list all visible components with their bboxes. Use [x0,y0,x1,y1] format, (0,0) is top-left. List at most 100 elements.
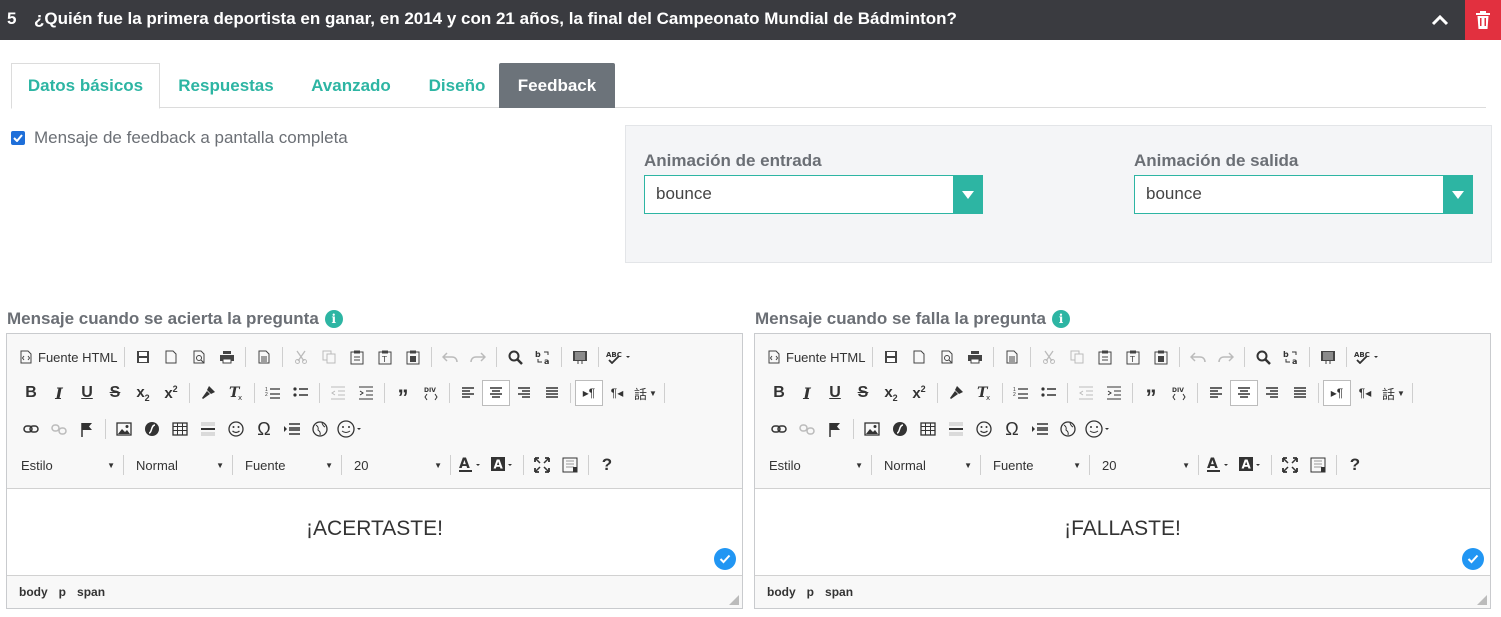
subscript-icon[interactable]: x2 [129,380,157,406]
print-icon[interactable] [961,344,989,370]
paste-text-icon[interactable]: T [371,344,399,370]
help-icon[interactable]: ? [593,452,621,478]
editor-content-area[interactable]: ¡ACERTASTE! [7,489,742,576]
unlink-icon[interactable] [793,416,821,442]
source-html-button[interactable]: Fuente HTML [17,344,120,370]
unlink-icon[interactable] [45,416,73,442]
outdent-icon[interactable] [324,380,352,406]
style-combo[interactable]: Estilo ▼ [761,453,867,477]
find-icon[interactable] [501,344,529,370]
replace-icon[interactable]: ba [1277,344,1305,370]
align-center-icon[interactable] [482,380,510,406]
save-icon[interactable] [129,344,157,370]
horizontal-line-icon[interactable] [194,416,222,442]
link-icon[interactable] [17,416,45,442]
align-right-icon[interactable] [1258,380,1286,406]
language-icon[interactable]: 話 ▼ [631,380,660,406]
iframe-globe-icon[interactable] [1054,416,1082,442]
tab-datos-basicos[interactable]: Datos básicos [11,63,160,109]
path-item[interactable]: body [767,585,796,599]
align-left-icon[interactable] [454,380,482,406]
paste-icon[interactable] [343,344,371,370]
templates-icon[interactable] [250,344,278,370]
blockquote-icon[interactable]: ” [1137,380,1165,409]
path-item[interactable]: span [77,585,105,599]
source-html-button[interactable]: Fuente HTML [765,344,868,370]
align-right-icon[interactable] [510,380,538,406]
page-break-icon[interactable] [1026,416,1054,442]
text-direction-rtl-icon[interactable]: ¶◂ [1351,380,1379,406]
size-combo[interactable]: 20 ▼ [1094,453,1194,477]
tab-respuestas[interactable]: Respuestas [166,63,286,108]
tab-diseno[interactable]: Diseño [417,63,497,108]
subscript-icon[interactable]: x2 [877,380,905,406]
text-color-icon[interactable]: A [1203,452,1235,478]
exit-animation-select[interactable]: bounce [1134,175,1473,214]
copy-format-icon[interactable] [942,380,970,406]
copy-icon[interactable] [1063,344,1091,370]
show-blocks-icon[interactable] [1304,452,1332,478]
font-combo[interactable]: Fuente ▼ [985,453,1085,477]
outdent-icon[interactable] [1072,380,1100,406]
indent-icon[interactable] [352,380,380,406]
maximize-icon[interactable] [1276,452,1304,478]
path-item[interactable]: p [59,585,66,599]
format-combo[interactable]: Normal ▼ [876,453,976,477]
maximize-icon[interactable] [528,452,556,478]
resize-grip-icon[interactable] [1477,595,1487,605]
paste-text-icon[interactable]: T [1119,344,1147,370]
collapse-button[interactable] [1420,0,1460,40]
entry-animation-select[interactable]: bounce [644,175,983,214]
spellcheck-icon[interactable]: ABC [1351,344,1383,370]
special-char-icon[interactable]: Ω [998,416,1026,442]
flash-icon[interactable] [886,416,914,442]
align-justify-icon[interactable] [1286,380,1314,406]
style-combo[interactable]: Estilo ▼ [13,453,119,477]
templates-icon[interactable] [998,344,1026,370]
italic-icon[interactable]: I [793,380,821,406]
resize-grip-icon[interactable] [729,595,739,605]
create-div-icon[interactable]: DIV [417,380,445,406]
print-icon[interactable] [213,344,241,370]
image-icon[interactable] [110,416,138,442]
info-icon[interactable]: i [1051,310,1070,328]
text-direction-ltr-icon[interactable]: ▸¶ [1323,380,1351,406]
remove-format-icon[interactable]: Tx [222,380,250,406]
underline-icon[interactable]: U [73,380,101,406]
smiley-icon[interactable] [222,416,250,442]
help-icon[interactable]: ? [1341,452,1369,478]
special-char-icon[interactable]: Ω [250,416,278,442]
cut-icon[interactable] [287,344,315,370]
strikethrough-icon[interactable]: S [849,380,877,406]
copy-format-icon[interactable] [194,380,222,406]
new-page-icon[interactable] [157,344,185,370]
tab-feedback[interactable]: Feedback [499,63,615,108]
anchor-flag-icon[interactable] [821,416,849,442]
path-item[interactable]: body [19,585,48,599]
background-color-icon[interactable]: A [1235,452,1267,478]
underline-icon[interactable]: U [821,380,849,406]
remove-format-icon[interactable]: Tx [970,380,998,406]
text-direction-ltr-icon[interactable]: ▸¶ [575,380,603,406]
align-justify-icon[interactable] [538,380,566,406]
preview-icon[interactable] [933,344,961,370]
link-icon[interactable] [765,416,793,442]
copy-icon[interactable] [315,344,343,370]
replace-icon[interactable]: ba [529,344,557,370]
spellcheck-icon[interactable]: ABC [603,344,635,370]
smiley-icon[interactable] [970,416,998,442]
superscript-icon[interactable]: x2 [905,380,933,406]
new-page-icon[interactable] [905,344,933,370]
find-icon[interactable] [1249,344,1277,370]
format-combo[interactable]: Normal ▼ [128,453,228,477]
paste-word-icon[interactable] [1147,344,1175,370]
flash-icon[interactable] [138,416,166,442]
iframe-globe-icon[interactable] [306,416,334,442]
editor-content-area[interactable]: ¡FALLASTE! [755,489,1490,576]
save-icon[interactable] [877,344,905,370]
path-item[interactable]: p [807,585,814,599]
background-color-icon[interactable]: A [487,452,519,478]
font-combo[interactable]: Fuente ▼ [237,453,337,477]
bulleted-list-icon[interactable] [1035,380,1063,406]
table-icon[interactable] [914,416,942,442]
